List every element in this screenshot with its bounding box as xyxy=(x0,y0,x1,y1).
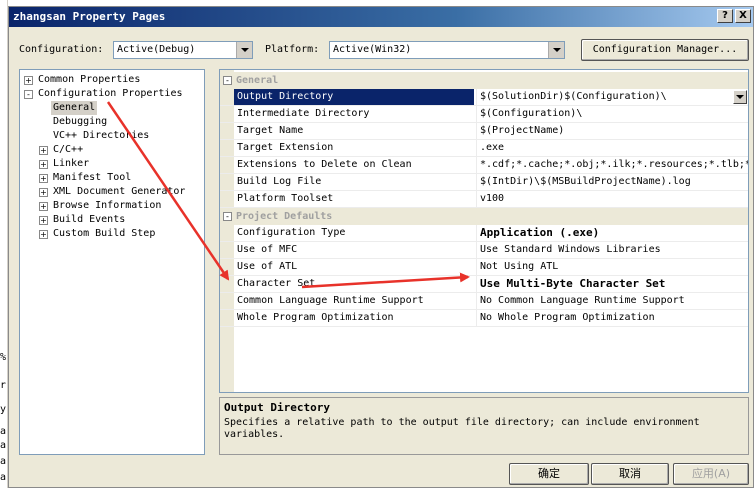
property-grid: - General Output Directory $(SolutionDir… xyxy=(219,69,749,393)
property-name: Common Language Runtime Support xyxy=(237,295,424,306)
property-name: Build Log File xyxy=(237,176,322,187)
property-name: Whole Program Optimization xyxy=(237,312,394,323)
platform-label: Platform: xyxy=(265,44,320,55)
collapse-minus-icon[interactable]: - xyxy=(24,90,33,99)
tree-item-label: Linker xyxy=(53,158,90,169)
tree-item-debugging[interactable]: Debugging xyxy=(53,115,107,129)
chevron-down-icon[interactable] xyxy=(733,90,747,104)
description-text: Specifies a relative path to the output … xyxy=(224,417,700,440)
property-pages-dialog: zhangsan Property Pages ? X Configuratio… xyxy=(8,6,754,488)
tree-item-general[interactable]: General xyxy=(51,101,98,115)
help-button[interactable]: ? xyxy=(717,9,733,23)
title-bar[interactable]: zhangsan Property Pages ? X xyxy=(9,7,753,27)
property-tree: + Common Properties - Configuration Prop… xyxy=(19,69,205,455)
background-text: a xyxy=(0,456,7,467)
property-row-output-directory[interactable]: Output Directory $(SolutionDir)$(Configu… xyxy=(220,89,748,106)
background-text: % xyxy=(0,352,7,363)
property-value[interactable]: Not Using ATL xyxy=(476,259,748,275)
tree-item-label: Configuration Properties xyxy=(38,88,183,99)
background-text: y xyxy=(0,404,7,415)
configuration-row: Configuration: Active(Debug) Platform: A… xyxy=(19,39,749,61)
platform-dropdown[interactable]: Active(Win32) xyxy=(329,41,565,59)
property-row-platform-toolset[interactable]: Platform Toolset v100 xyxy=(220,191,748,208)
property-name: Output Directory xyxy=(234,89,474,105)
tree-item-label: Common Properties xyxy=(38,74,141,85)
property-value[interactable]: $(SolutionDir)$(Configuration)\ xyxy=(476,89,748,105)
tree-item-label: C/C++ xyxy=(53,144,84,155)
background-text: a xyxy=(0,440,7,451)
category-label: Project Defaults xyxy=(236,211,333,222)
property-row-character-set[interactable]: Character Set Use Multi-Byte Character S… xyxy=(220,276,748,293)
property-name: Intermediate Directory xyxy=(237,108,370,119)
category-label: General xyxy=(236,75,279,86)
property-row-target-name[interactable]: Target Name $(ProjectName) xyxy=(220,123,748,140)
property-row-intermediate-directory[interactable]: Intermediate Directory $(Configuration)\ xyxy=(220,106,748,123)
property-row-configuration-type[interactable]: Configuration Type Application (.exe) xyxy=(220,225,748,242)
platform-value: Active(Win32) xyxy=(333,44,412,55)
tree-item-label: Manifest Tool xyxy=(53,172,132,183)
property-value[interactable]: Application (.exe) xyxy=(476,225,748,241)
chevron-down-icon[interactable] xyxy=(548,42,564,58)
background-text: a xyxy=(0,426,7,437)
property-row-build-log-file[interactable]: Build Log File $(IntDir)\$(MSBuildProjec… xyxy=(220,174,748,191)
expand-plus-icon[interactable]: + xyxy=(39,202,48,211)
property-name: Configuration Type xyxy=(237,227,346,238)
description-panel: Output Directory Specifies a relative pa… xyxy=(219,397,749,455)
background-text: r xyxy=(0,380,7,391)
cancel-button[interactable]: 取消 xyxy=(591,463,669,485)
property-row-clr-support[interactable]: Common Language Runtime Support No Commo… xyxy=(220,293,748,310)
category-general[interactable]: - General xyxy=(220,72,748,89)
apply-button[interactable]: 应用(A) xyxy=(673,463,749,485)
property-value[interactable]: *.cdf;*.cache;*.obj;*.ilk;*.resources;*.… xyxy=(476,157,748,173)
property-value[interactable]: Use Standard Windows Libraries xyxy=(476,242,748,258)
property-value[interactable]: No Common Language Runtime Support xyxy=(476,293,748,309)
property-name: Character Set xyxy=(237,278,316,289)
expand-plus-icon[interactable]: + xyxy=(39,174,48,183)
tree-item-label: Custom Build Step xyxy=(53,228,156,239)
expand-plus-icon[interactable]: + xyxy=(39,216,48,225)
ok-button[interactable]: 确定 xyxy=(509,463,589,485)
expand-plus-icon[interactable]: + xyxy=(24,76,33,85)
collapse-minus-icon[interactable]: - xyxy=(223,212,232,221)
tree-item-vc-directories[interactable]: VC++ Directories xyxy=(53,129,149,143)
category-project-defaults[interactable]: - Project Defaults xyxy=(220,208,748,225)
expand-plus-icon[interactable]: + xyxy=(39,146,48,155)
property-value[interactable]: $(IntDir)\$(MSBuildProjectName).log xyxy=(476,174,748,190)
property-value[interactable]: No Whole Program Optimization xyxy=(476,310,748,326)
property-value[interactable]: .exe xyxy=(476,140,748,156)
expand-plus-icon[interactable]: + xyxy=(39,230,48,239)
configuration-manager-button[interactable]: Configuration Manager... xyxy=(581,39,749,61)
expand-plus-icon[interactable]: + xyxy=(39,188,48,197)
property-row-whole-program-optimization[interactable]: Whole Program Optimization No Whole Prog… xyxy=(220,310,748,327)
configuration-label: Configuration: xyxy=(19,44,104,55)
property-name: Platform Toolset xyxy=(237,193,334,204)
expand-plus-icon[interactable]: + xyxy=(39,160,48,169)
tree-item-label: Build Events xyxy=(53,214,126,225)
property-value[interactable]: $(Configuration)\ xyxy=(476,106,748,122)
close-button[interactable]: X xyxy=(735,9,751,23)
configuration-dropdown[interactable]: Active(Debug) xyxy=(113,41,253,59)
property-name: Extensions to Delete on Clean xyxy=(237,159,412,170)
property-name: Use of ATL xyxy=(237,261,298,272)
window-title: zhangsan Property Pages xyxy=(13,10,166,23)
tree-item-label: Browse Information xyxy=(53,200,162,211)
collapse-minus-icon[interactable]: - xyxy=(223,76,232,85)
description-title: Output Directory xyxy=(224,401,330,414)
chevron-down-icon[interactable] xyxy=(236,42,252,58)
configuration-value: Active(Debug) xyxy=(117,44,196,55)
property-name: Target Extension xyxy=(237,142,334,153)
tree-item-label: XML Document Generator xyxy=(53,186,186,197)
property-row-extensions-to-delete[interactable]: Extensions to Delete on Clean *.cdf;*.ca… xyxy=(220,157,748,174)
property-value[interactable]: v100 xyxy=(476,191,748,207)
background-text: a xyxy=(0,472,7,483)
property-name: Use of MFC xyxy=(237,244,298,255)
property-name: Target Name xyxy=(237,125,304,136)
property-row-use-of-atl[interactable]: Use of ATL Not Using ATL xyxy=(220,259,748,276)
property-value[interactable]: $(ProjectName) xyxy=(476,123,748,139)
property-value[interactable]: Use Multi-Byte Character Set xyxy=(476,276,748,292)
property-row-target-extension[interactable]: Target Extension .exe xyxy=(220,140,748,157)
property-row-use-of-mfc[interactable]: Use of MFC Use Standard Windows Librarie… xyxy=(220,242,748,259)
